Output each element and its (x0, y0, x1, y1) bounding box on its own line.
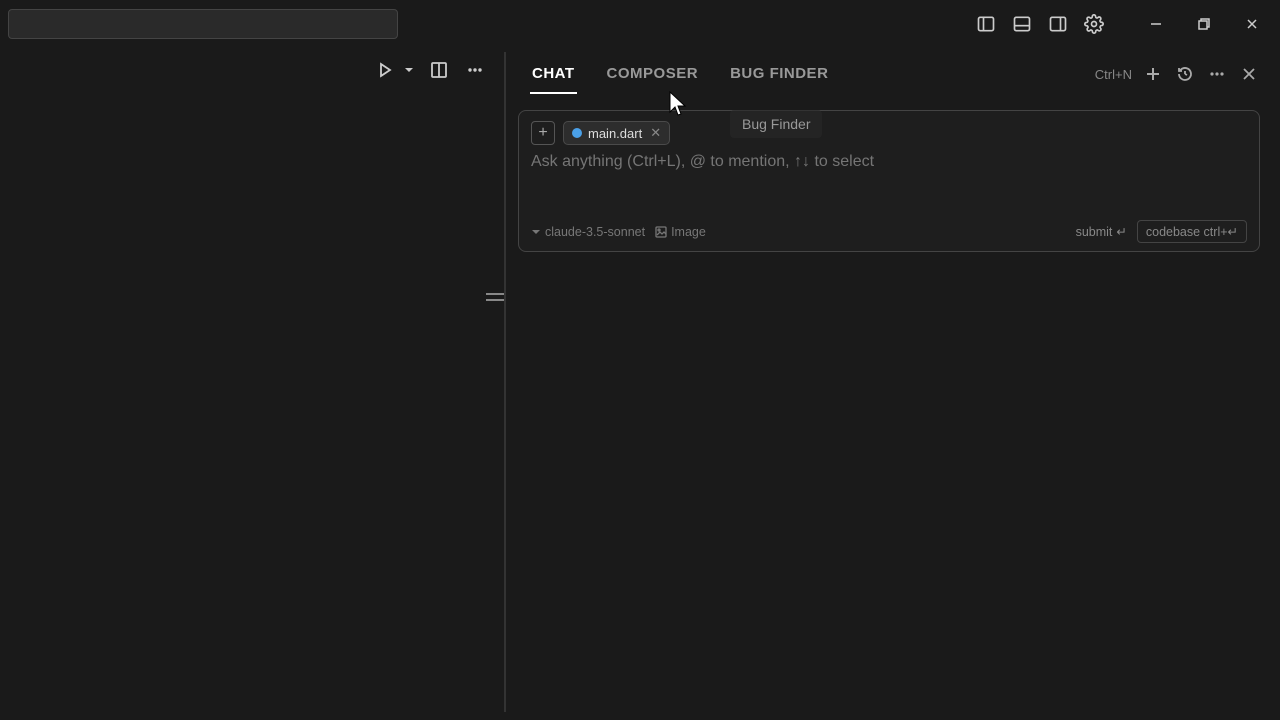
add-context-button[interactable]: + (531, 121, 555, 145)
tab-bug-finder[interactable]: BUG FINDER (728, 55, 830, 94)
tab-tooltip: Bug Finder (730, 110, 822, 138)
more-actions-icon[interactable] (461, 56, 489, 84)
model-selector[interactable]: claude-3.5-sonnet (531, 225, 645, 239)
file-type-icon (572, 128, 582, 138)
chat-prompt-input[interactable] (531, 153, 1247, 209)
panel-more-icon[interactable] (1206, 63, 1228, 85)
new-chat-shortcut: Ctrl+N (1095, 67, 1132, 82)
context-file-chip[interactable]: main.dart ✕ (563, 121, 670, 145)
panel-bottom-icon[interactable] (1008, 10, 1036, 38)
enter-icon: ↵ (1116, 224, 1126, 239)
close-panel-icon[interactable] (1238, 63, 1260, 85)
context-chip-row: + main.dart ✕ (531, 121, 1247, 145)
close-window-button[interactable] (1232, 10, 1272, 38)
minimize-button[interactable] (1136, 10, 1176, 38)
run-dropdown-icon[interactable] (401, 56, 417, 84)
submit-label: submit (1076, 225, 1113, 239)
file-chip-label: main.dart (588, 126, 642, 141)
history-icon[interactable] (1174, 63, 1196, 85)
chat-input-card: + main.dart ✕ claude-3.5-sonnet Image su… (518, 110, 1260, 252)
submit-button[interactable]: submit ↵ (1076, 224, 1127, 239)
tab-composer[interactable]: COMPOSER (605, 55, 701, 94)
panel-actions: Ctrl+N (1095, 63, 1260, 85)
image-label: Image (671, 225, 706, 239)
attach-image-button[interactable]: Image (655, 225, 706, 239)
titlebar (0, 0, 1280, 48)
splitter-handle[interactable] (486, 293, 504, 301)
model-name-label: claude-3.5-sonnet (545, 225, 645, 239)
codebase-label: codebase ctrl+↵ (1146, 224, 1238, 239)
gear-icon[interactable] (1080, 10, 1108, 38)
codebase-button[interactable]: codebase ctrl+↵ (1137, 220, 1247, 243)
window-controls (1136, 10, 1272, 38)
command-search-input[interactable] (8, 9, 398, 39)
panel-left-icon[interactable] (972, 10, 1000, 38)
panel-tabs: CHAT COMPOSER BUG FINDER (530, 55, 1095, 94)
titlebar-right-group (972, 10, 1272, 38)
input-footer: claude-3.5-sonnet Image submit ↵ codebas… (531, 220, 1247, 243)
editor-action-bar (0, 48, 505, 92)
tab-chat[interactable]: CHAT (530, 55, 577, 94)
new-chat-button[interactable] (1142, 63, 1164, 85)
restore-button[interactable] (1184, 10, 1224, 38)
run-button[interactable] (371, 56, 399, 84)
panel-right-icon[interactable] (1044, 10, 1072, 38)
ai-side-panel: CHAT COMPOSER BUG FINDER Ctrl+N + (510, 52, 1270, 712)
panel-splitter[interactable] (504, 52, 506, 712)
panel-header: CHAT COMPOSER BUG FINDER Ctrl+N (510, 52, 1270, 96)
remove-chip-icon[interactable]: ✕ (650, 125, 661, 141)
split-editor-icon[interactable] (425, 56, 453, 84)
